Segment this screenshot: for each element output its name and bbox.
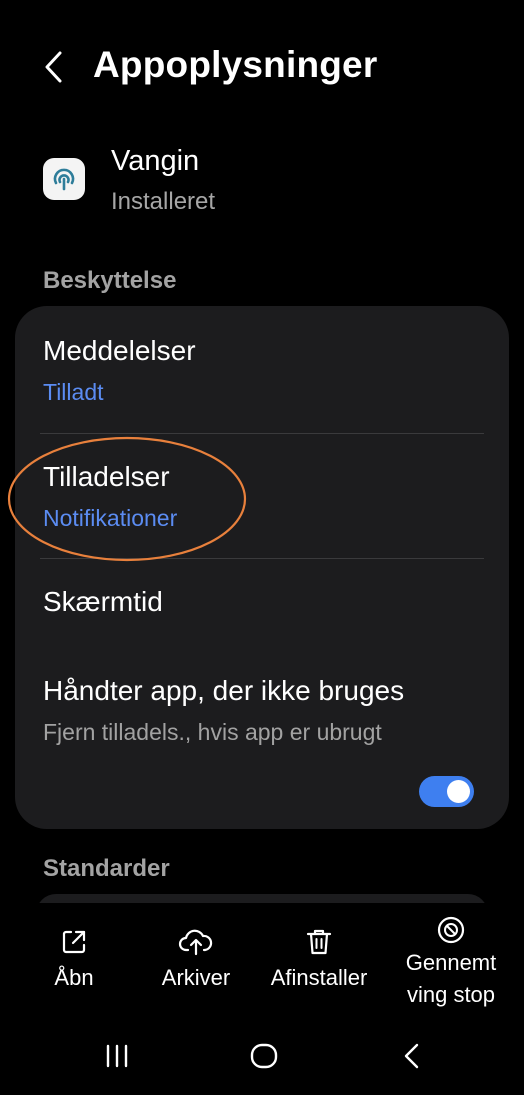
stop-icon [437,916,465,944]
nav-recents-button[interactable] [102,1036,132,1076]
force-stop-label-line2: ving stop [406,982,496,1007]
screen-time-title: Skærmtid [43,586,163,617]
app-logo-icon [43,158,85,200]
annotation-ellipse [7,436,247,562]
unused-app-toggle[interactable] [419,776,474,807]
unused-app-title: Håndter app, der ikke bruges [43,675,405,706]
notifications-subtitle: Tilladt [43,379,104,405]
page-title: Appoplysninger [93,44,378,85]
force-stop-label-line1: Gennemt [405,950,497,975]
back-button[interactable] [40,50,70,84]
toggle-knob [447,780,470,803]
bottom-action-bar: Åbn Arkiver Afinstaller Gennemt ving sto… [0,903,524,1023]
unused-app-subtitle: Fjern tilladels., hvis app er ubrugt [43,719,382,745]
chevron-left-icon [45,51,62,83]
archive-label: Arkiver [161,965,231,990]
home-icon [250,1043,278,1069]
trash-icon [306,929,332,955]
cloud-upload-icon [178,929,213,956]
app-name: Vangin [111,145,200,177]
section-label-protection: Beskyttelse [43,267,177,294]
open-button[interactable]: Åbn [32,928,116,994]
app-install-status: Installeret [111,188,216,215]
nav-back-icon [404,1043,419,1069]
nav-home-button[interactable] [247,1036,281,1076]
notifications-title: Meddelelser [43,335,196,366]
recents-icon [106,1044,128,1068]
archive-button[interactable]: Arkiver [150,928,242,994]
section-label-defaults: Standarder [43,855,170,882]
open-label: Åbn [54,965,94,990]
nav-back-button[interactable] [396,1036,426,1076]
uninstall-button[interactable]: Afinstaller [262,928,376,994]
uninstall-label: Afinstaller [270,965,368,990]
force-stop-button[interactable]: Gennemt ving stop [393,915,509,1011]
open-external-icon [62,930,86,954]
